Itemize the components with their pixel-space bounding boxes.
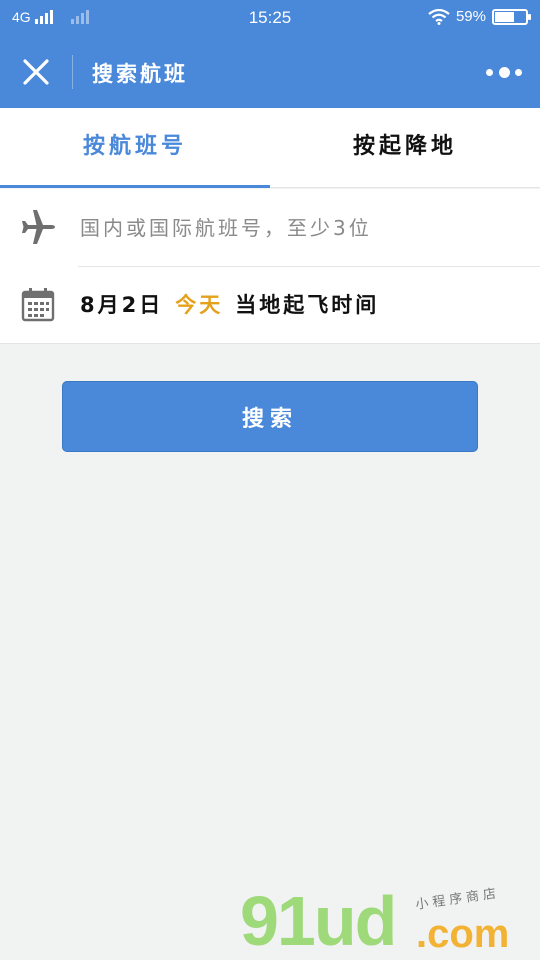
more-icon-dot bbox=[498, 66, 510, 78]
tab-flight-number[interactable]: 按航班号 bbox=[0, 108, 270, 188]
date-row[interactable]: 8月2日 今天 当地起飞时间 bbox=[0, 267, 540, 344]
watermark-domain: .com bbox=[416, 912, 510, 956]
today-label: 今天 bbox=[175, 293, 224, 317]
tab-route[interactable]: 按起降地 bbox=[270, 108, 540, 188]
airplane-icon bbox=[22, 210, 55, 244]
more-button[interactable] bbox=[486, 62, 522, 82]
nav-bar: 搜索航班 bbox=[0, 36, 540, 108]
status-right: 59% bbox=[428, 8, 531, 25]
flight-number-input[interactable] bbox=[80, 209, 520, 247]
more-icon-dot bbox=[486, 68, 493, 76]
close-icon bbox=[23, 59, 49, 85]
wifi-icon bbox=[428, 8, 450, 25]
date-value: 8月2日 bbox=[80, 293, 164, 317]
watermark-logo: 91ud bbox=[240, 882, 397, 960]
page-title: 搜索航班 bbox=[92, 62, 188, 86]
watermark-tagline: 小程序商店 bbox=[414, 886, 501, 913]
search-form: 8月2日 今天 当地起飞时间 bbox=[0, 189, 540, 344]
tab-bar: 按航班号 按起降地 bbox=[0, 108, 540, 188]
status-bar: 4G 15:25 59% bbox=[0, 0, 540, 36]
flight-number-row bbox=[0, 189, 540, 266]
calendar-icon bbox=[21, 288, 55, 322]
close-button[interactable] bbox=[18, 54, 54, 90]
date-picker[interactable]: 8月2日 今天 当地起飞时间 bbox=[80, 289, 379, 319]
date-note: 当地起飞时间 bbox=[235, 293, 380, 317]
nav-divider bbox=[72, 55, 73, 89]
battery-percent: 59% bbox=[455, 8, 486, 25]
tab-active-indicator bbox=[0, 185, 270, 188]
battery-fill bbox=[495, 11, 514, 22]
more-icon-dot bbox=[515, 68, 522, 76]
battery-icon bbox=[492, 8, 531, 25]
watermark: 91ud .com 小程序商店 bbox=[240, 880, 540, 960]
search-button[interactable]: 搜索 bbox=[62, 381, 478, 452]
